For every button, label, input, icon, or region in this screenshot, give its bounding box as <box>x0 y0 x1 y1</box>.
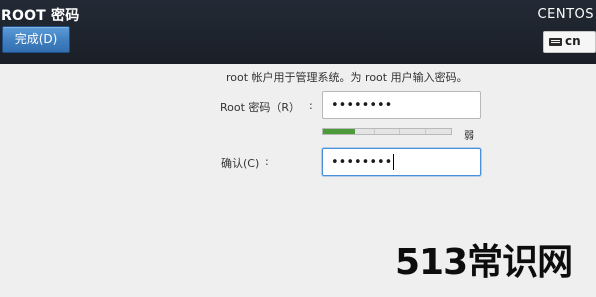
confirm-password-field[interactable] <box>322 148 481 176</box>
confirm-password-separator: : <box>265 155 269 168</box>
header-bar: ROOT 密码 完成(D) CENTOS cn <box>0 0 596 64</box>
intro-text: root 帐户用于管理系统。为 root 用户输入密码。 <box>226 71 468 84</box>
done-button[interactable]: 完成(D) <box>2 26 70 53</box>
confirm-password-label: 确认(C) <box>221 157 260 170</box>
watermark: 513常识网 <box>395 242 573 283</box>
root-password-label: Root 密码（R） <box>220 101 301 114</box>
product-name: CENTOS <box>537 7 594 22</box>
keyboard-icon <box>549 38 562 46</box>
keyboard-layout-label: cn <box>565 34 581 48</box>
password-strength-fill <box>323 129 355 134</box>
password-strength-meter <box>322 128 452 135</box>
root-password-field[interactable] <box>322 91 481 119</box>
password-strength-label: 弱 <box>464 131 474 142</box>
page-title: ROOT 密码 <box>1 8 80 24</box>
text-cursor <box>393 154 394 170</box>
keyboard-layout-indicator[interactable]: cn <box>543 31 596 53</box>
root-password-separator: : <box>309 99 313 112</box>
